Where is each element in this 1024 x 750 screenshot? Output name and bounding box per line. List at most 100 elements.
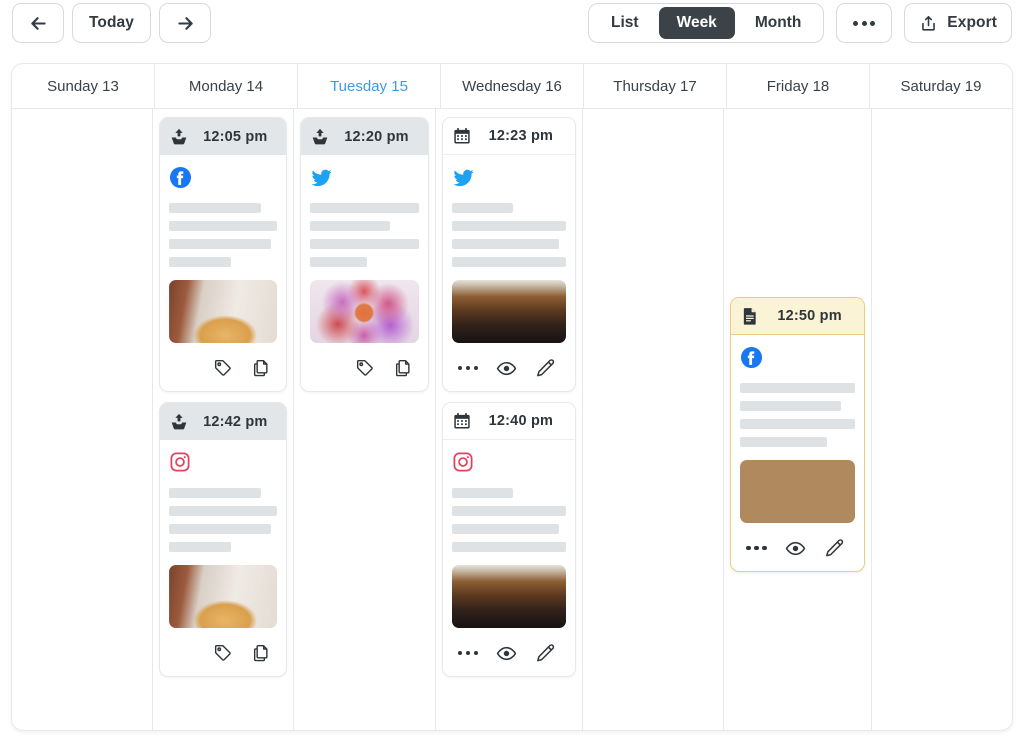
post-time: 12:40 pm	[488, 413, 554, 429]
view-tab-list[interactable]: List	[593, 7, 657, 39]
day-header-label: Tuesday 15	[330, 77, 408, 95]
post-thumbnail	[310, 280, 419, 343]
twitter-icon	[311, 169, 332, 186]
tag-icon[interactable]	[355, 358, 375, 378]
post-actions	[452, 353, 567, 383]
twitter-icon	[453, 169, 474, 186]
post-thumbnail	[169, 565, 278, 628]
post-actions	[169, 353, 277, 383]
calendar-body: 12:05 pm 12:42 pm 12:20 pm 12:23 pm 12:4…	[12, 109, 1012, 730]
pencil-icon[interactable]	[824, 538, 845, 559]
post-card-header: 12:40 pm	[442, 403, 576, 440]
post-card-body	[160, 440, 286, 676]
network-badge-instagram	[452, 450, 567, 474]
ellipsis-icon[interactable]	[457, 650, 479, 656]
day-header-saturday[interactable]: Saturday 19	[870, 64, 1012, 108]
toolbar-nav-group: Today	[12, 3, 211, 43]
facebook-icon	[741, 346, 763, 368]
day-header-label: Wednesday 16	[462, 77, 562, 95]
day-column-saturday[interactable]	[872, 109, 1012, 730]
ellipsis-icon[interactable]	[746, 545, 767, 551]
day-column-sunday[interactable]	[12, 109, 154, 730]
day-header-monday[interactable]: Monday 14	[155, 64, 298, 108]
view-tab-month[interactable]: Month	[737, 7, 819, 39]
network-badge-instagram	[169, 450, 277, 474]
post-card-body	[443, 155, 576, 391]
day-column-tuesday[interactable]: 12:20 pm	[294, 109, 436, 730]
tag-icon[interactable]	[213, 643, 233, 663]
post-card-header: 12:50 pm	[731, 298, 864, 335]
post-text-skeleton	[169, 203, 278, 267]
arrow-left-icon	[30, 16, 46, 30]
eye-icon[interactable]	[496, 358, 517, 379]
post-card-body	[443, 440, 576, 676]
post-actions	[740, 533, 855, 563]
post-card[interactable]: 12:20 pm	[300, 117, 429, 392]
day-header-sunday[interactable]: Sunday 13	[12, 64, 155, 108]
ellipsis-icon[interactable]	[457, 365, 479, 371]
view-tab-week-label: Week	[676, 14, 717, 31]
post-card-highlighted[interactable]: 12:50 pm	[730, 297, 865, 572]
post-text-skeleton	[451, 203, 567, 267]
arrow-right-icon	[177, 16, 193, 30]
instagram-icon	[453, 452, 473, 472]
ellipsis-icon	[853, 20, 876, 26]
day-header-friday[interactable]: Friday 18	[727, 64, 870, 108]
post-thumbnail	[451, 565, 567, 628]
day-header-label: Thursday 17	[613, 77, 697, 95]
post-thumbnail	[169, 280, 278, 343]
eye-icon[interactable]	[496, 643, 517, 664]
today-button[interactable]: Today	[72, 3, 151, 43]
day-header-wednesday[interactable]: Wednesday 16	[441, 64, 584, 108]
pencil-icon[interactable]	[535, 643, 556, 664]
post-card-header: 12:05 pm	[160, 118, 287, 155]
duplicate-icon[interactable]	[251, 643, 271, 663]
next-week-button[interactable]	[159, 3, 211, 43]
toolbar-actions-group: List Week Month Export	[588, 3, 1012, 43]
post-card-header: 12:20 pm	[301, 118, 428, 155]
export-button[interactable]: Export	[904, 3, 1012, 43]
eye-icon[interactable]	[785, 538, 806, 559]
post-time: 12:50 pm	[777, 308, 842, 324]
tag-icon[interactable]	[213, 358, 233, 378]
day-column-monday[interactable]: 12:05 pm 12:42 pm	[153, 109, 295, 730]
post-actions	[169, 638, 277, 668]
pencil-icon[interactable]	[535, 358, 556, 379]
share-upload-icon	[922, 15, 936, 31]
post-time: 12:23 pm	[488, 128, 554, 144]
calendar-icon	[453, 412, 470, 429]
day-header-thursday[interactable]: Thursday 17	[584, 64, 727, 108]
view-tab-month-label: Month	[754, 14, 802, 31]
prev-week-button[interactable]	[12, 3, 64, 43]
day-column-friday[interactable]: 12:50 pm	[724, 109, 872, 730]
post-card-body	[301, 155, 427, 391]
day-column-thursday[interactable]	[583, 109, 725, 730]
network-badge-facebook	[169, 165, 277, 189]
post-text-skeleton	[169, 488, 278, 552]
duplicate-icon[interactable]	[251, 358, 271, 378]
network-badge-twitter	[452, 165, 567, 189]
upload-tray-icon	[313, 128, 328, 144]
post-card[interactable]: 12:40 pm	[441, 402, 577, 677]
duplicate-icon[interactable]	[393, 358, 413, 378]
more-options-button[interactable]	[836, 3, 893, 43]
post-card[interactable]: 12:23 pm	[441, 117, 577, 392]
post-text-skeleton	[740, 383, 855, 447]
post-card[interactable]: 12:42 pm	[159, 402, 288, 677]
post-card-body	[731, 335, 864, 571]
instagram-icon	[170, 452, 190, 472]
export-button-label: Export	[947, 14, 997, 31]
view-tab-week[interactable]: Week	[658, 7, 735, 39]
post-thumbnail	[451, 280, 567, 343]
day-header-label: Sunday 13	[47, 77, 119, 95]
calendar-icon	[453, 127, 470, 144]
post-card-header: 12:23 pm	[442, 118, 576, 155]
document-icon	[744, 308, 756, 325]
network-badge-facebook	[740, 345, 855, 369]
day-header-label: Friday 18	[766, 77, 830, 95]
day-column-wednesday[interactable]: 12:23 pm 12:40 pm	[436, 109, 584, 730]
upload-tray-icon	[171, 413, 187, 429]
day-header-tuesday[interactable]: Tuesday 15	[298, 64, 441, 108]
post-card[interactable]: 12:05 pm	[159, 117, 288, 392]
post-time: 12:20 pm	[344, 128, 409, 145]
